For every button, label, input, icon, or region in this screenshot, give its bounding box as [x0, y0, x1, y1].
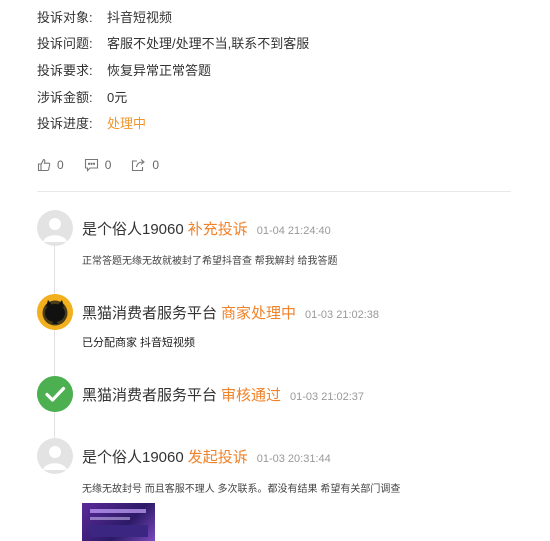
entry-text: 已分配商家 抖音短视频	[82, 337, 196, 349]
check-icon	[37, 376, 73, 412]
info-label: 涉诉金额:	[37, 89, 93, 105]
like-button[interactable]: 0	[37, 158, 64, 172]
comment-icon	[84, 158, 98, 172]
info-row-target: 投诉对象: 抖音短视频	[37, 3, 507, 29]
user-name[interactable]: 是个俗人19060	[82, 218, 184, 239]
entry-time: 01-03 21:02:37	[290, 391, 365, 403]
info-label: 投诉要求:	[37, 62, 93, 78]
entry-action: 商家处理中	[221, 305, 297, 322]
info-value: 客服不处理/处理不当,联系不到客服	[107, 35, 310, 51]
info-value: 0元	[107, 89, 128, 105]
comment-button[interactable]: 0	[84, 158, 112, 172]
timeline-connector	[54, 330, 55, 376]
thumbs-up-icon	[37, 158, 51, 172]
avatar	[37, 376, 73, 412]
avatar	[37, 294, 73, 330]
info-row-request: 投诉要求: 恢复异常正常答题	[37, 56, 507, 82]
avatar	[37, 438, 73, 474]
user-name[interactable]: 黑猫消费者服务平台	[82, 302, 217, 323]
default-user-icon	[43, 446, 67, 470]
entry-text: 正常答题无缘无故就被封了希望抖音查 帮我解封 给我答题	[82, 256, 338, 267]
entry-action: 审核通过	[221, 387, 282, 404]
user-name[interactable]: 黑猫消费者服务平台	[82, 384, 217, 405]
info-label: 投诉对象:	[37, 9, 93, 25]
info-label: 投诉进度:	[37, 115, 93, 131]
action-bar: 0 0 0	[37, 155, 179, 175]
progress-status: 处理中	[107, 115, 147, 131]
info-row-issue: 投诉问题: 客服不处理/处理不当,联系不到客服	[37, 29, 507, 55]
attachment-thumbnail[interactable]	[82, 503, 155, 541]
share-icon	[132, 159, 146, 172]
black-cat-logo-icon	[37, 294, 73, 330]
divider	[37, 191, 511, 192]
info-label: 投诉问题:	[37, 35, 93, 51]
user-name[interactable]: 是个俗人19060	[82, 446, 184, 467]
info-row-progress: 投诉进度: 处理中	[37, 109, 507, 135]
comment-count: 0	[104, 158, 112, 172]
share-count: 0	[152, 158, 160, 172]
info-row-amount: 涉诉金额: 0元	[37, 83, 507, 109]
entry-time: 01-04 21:24:40	[256, 225, 331, 237]
info-value: 恢复异常正常答题	[107, 62, 212, 78]
entry-time: 01-03 21:02:38	[305, 309, 380, 321]
timeline-connector	[54, 246, 55, 294]
info-value: 抖音短视频	[107, 9, 173, 25]
avatar	[37, 210, 73, 246]
entry-time: 01-03 20:31:44	[256, 453, 331, 465]
like-count: 0	[57, 158, 64, 172]
entry-action: 补充投诉	[187, 221, 248, 238]
entry-text: 无缘无故封号 而且客服不理人 多次联系。都没有结果 希望有关部门调查	[82, 484, 401, 495]
timeline-connector	[54, 412, 55, 438]
default-user-icon	[43, 218, 67, 242]
share-button[interactable]: 0	[131, 158, 159, 172]
entry-action: 发起投诉	[187, 449, 248, 466]
